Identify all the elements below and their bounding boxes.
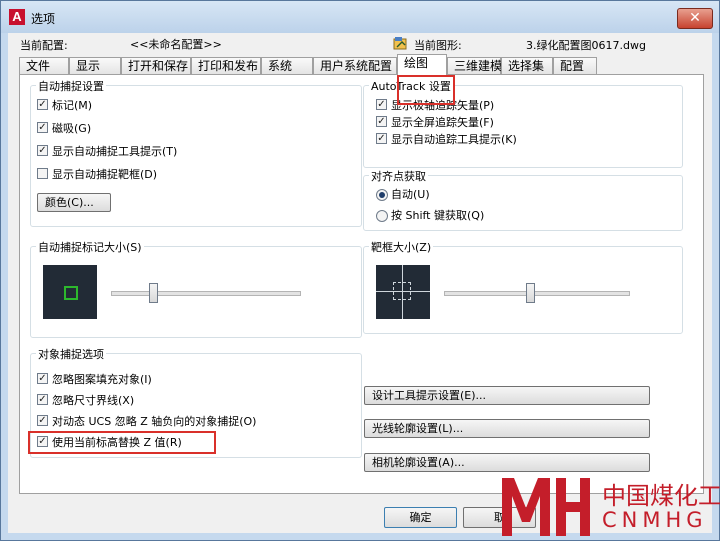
tab-system[interactable]: 系统 <box>261 57 313 74</box>
drawing-file-icon <box>393 37 407 50</box>
window-title: 选项 <box>31 12 56 26</box>
marker-size-title: 自动捕捉标记大小(S) <box>36 239 144 255</box>
current-config-label: 当前配置: <box>20 39 68 52</box>
fullscreen-tracking-check-icon[interactable]: ✓ <box>376 116 387 127</box>
acquire-auto-radio-icon[interactable] <box>376 189 388 201</box>
ignore-dimension-label: 忽略尺寸界线(X) <box>52 394 135 407</box>
marker-size-group: 自动捕捉标记大小(S) <box>30 239 362 338</box>
ignore-negative-z-label: 对动态 UCS 忽略 Z 轴负向的对象捕捉(O) <box>52 415 257 428</box>
watermark-cn: 中国煤化工 <box>602 482 720 510</box>
acquire-auto-label: 自动(U) <box>391 188 430 201</box>
drafting-panel: 自动捕捉设置 ✓ 标记(M) ✓ 磁吸(G) ✓ 显示自动捕捉工具提示(T) 显… <box>19 74 704 494</box>
polar-tracking-check-icon[interactable]: ✓ <box>376 99 387 110</box>
autosnap-settings-group: 自动捕捉设置 ✓ 标记(M) ✓ 磁吸(G) ✓ 显示自动捕捉工具提示(T) 显… <box>30 78 362 227</box>
autosnap-settings-title: 自动捕捉设置 <box>36 78 106 94</box>
camera-glyph-settings-button[interactable]: 相机轮廓设置(A)... <box>364 453 650 472</box>
tab-drafting[interactable]: 绘图 <box>397 54 447 76</box>
marker-label: 标记(M) <box>52 99 93 112</box>
tab-open-save[interactable]: 打开和保存 <box>121 57 191 74</box>
object-snap-options-title: 对象捕捉选项 <box>36 346 106 362</box>
autosnap-tooltip-label: 显示自动捕捉工具提示(T) <box>52 145 178 158</box>
tab-plot-publish[interactable]: 打印和发布 <box>191 57 261 74</box>
alignment-point-title: 对齐点获取 <box>369 168 428 184</box>
tab-files[interactable]: 文件 <box>19 57 69 74</box>
object-snap-options-group: 对象捕捉选项 ✓ 忽略图案填充对象(I) ✓ 忽略尺寸界线(X) ✓ 对动态 U… <box>28 346 362 458</box>
ignore-hatch-check-icon[interactable]: ✓ <box>37 373 48 384</box>
acquire-shift-radio-icon[interactable] <box>376 210 388 222</box>
drafting-tooltip-settings-button[interactable]: 设计工具提示设置(E)... <box>364 386 650 405</box>
current-drawing-value: 3.绿化配置图0617.dwg <box>526 39 646 52</box>
ignore-dimension-check-icon[interactable]: ✓ <box>37 394 48 405</box>
marker-size-slider-thumb[interactable] <box>149 283 158 303</box>
aperture-size-track[interactable] <box>444 291 630 296</box>
dialog-body: 当前配置: <<未命名配置>> 当前图形: 3.绿化配置图0617.dwg 文件… <box>8 33 712 533</box>
title-bar[interactable]: A 选项 ✕ <box>1 1 719 33</box>
fullscreen-tracking-label: 显示全屏追踪矢量(F) <box>391 116 494 129</box>
replace-z-highlight-box <box>28 431 216 454</box>
aperture-preview <box>376 265 430 319</box>
marker-size-track[interactable] <box>111 291 301 296</box>
cnmhg-logo <box>502 478 590 536</box>
aperture-box-check-icon[interactable] <box>37 168 48 179</box>
lightglyph-settings-button[interactable]: 光线轮廓设置(L)... <box>364 419 650 438</box>
autotrack-tooltip-check-icon[interactable]: ✓ <box>376 133 387 144</box>
current-config-value: <<未命名配置>> <box>130 38 222 51</box>
tab-user-preferences[interactable]: 用户系统配置 <box>313 57 397 74</box>
autotrack-tooltip-label: 显示自动追踪工具提示(K) <box>391 133 517 146</box>
ignore-negative-z-check-icon[interactable]: ✓ <box>37 415 48 426</box>
alignment-point-group: 对齐点获取 自动(U) 按 Shift 键获取(Q) <box>363 168 683 231</box>
marker-check-icon[interactable]: ✓ <box>37 99 48 110</box>
magnet-check-icon[interactable]: ✓ <box>37 122 48 133</box>
autosnap-tooltip-check-icon[interactable]: ✓ <box>37 145 48 156</box>
tab-display[interactable]: 显示 <box>69 57 121 74</box>
ok-button[interactable]: 确定 <box>384 507 457 528</box>
aperture-size-title: 靶框大小(Z) <box>369 239 434 255</box>
aperture-size-slider-thumb[interactable] <box>526 283 535 303</box>
tab-selection[interactable]: 选择集 <box>501 57 553 74</box>
tab-3d-modeling[interactable]: 三维建模 <box>447 57 502 74</box>
autocad-app-icon: A <box>9 9 25 25</box>
aperture-box-icon <box>393 282 411 300</box>
tab-profiles[interactable]: 配置 <box>553 57 597 74</box>
close-button[interactable]: ✕ <box>677 8 713 29</box>
magnet-label: 磁吸(G) <box>52 122 92 135</box>
watermark-en: CNMHG <box>602 508 708 532</box>
aperture-size-group: 靶框大小(Z) <box>363 239 683 334</box>
tab-highlight-box <box>397 75 455 105</box>
color-button[interactable]: 颜色(C)... <box>37 193 111 212</box>
aperture-box-label: 显示自动捕捉靶框(D) <box>52 168 158 181</box>
current-drawing-label: 当前图形: <box>414 39 462 52</box>
acquire-shift-label: 按 Shift 键获取(Q) <box>391 209 485 222</box>
snap-marker-icon <box>64 286 78 300</box>
marker-preview <box>43 265 97 319</box>
options-dialog: A 选项 ✕ 当前配置: <<未命名配置>> 当前图形: 3.绿化配置图0617… <box>0 0 720 541</box>
ignore-hatch-label: 忽略图案填充对象(I) <box>52 373 152 386</box>
